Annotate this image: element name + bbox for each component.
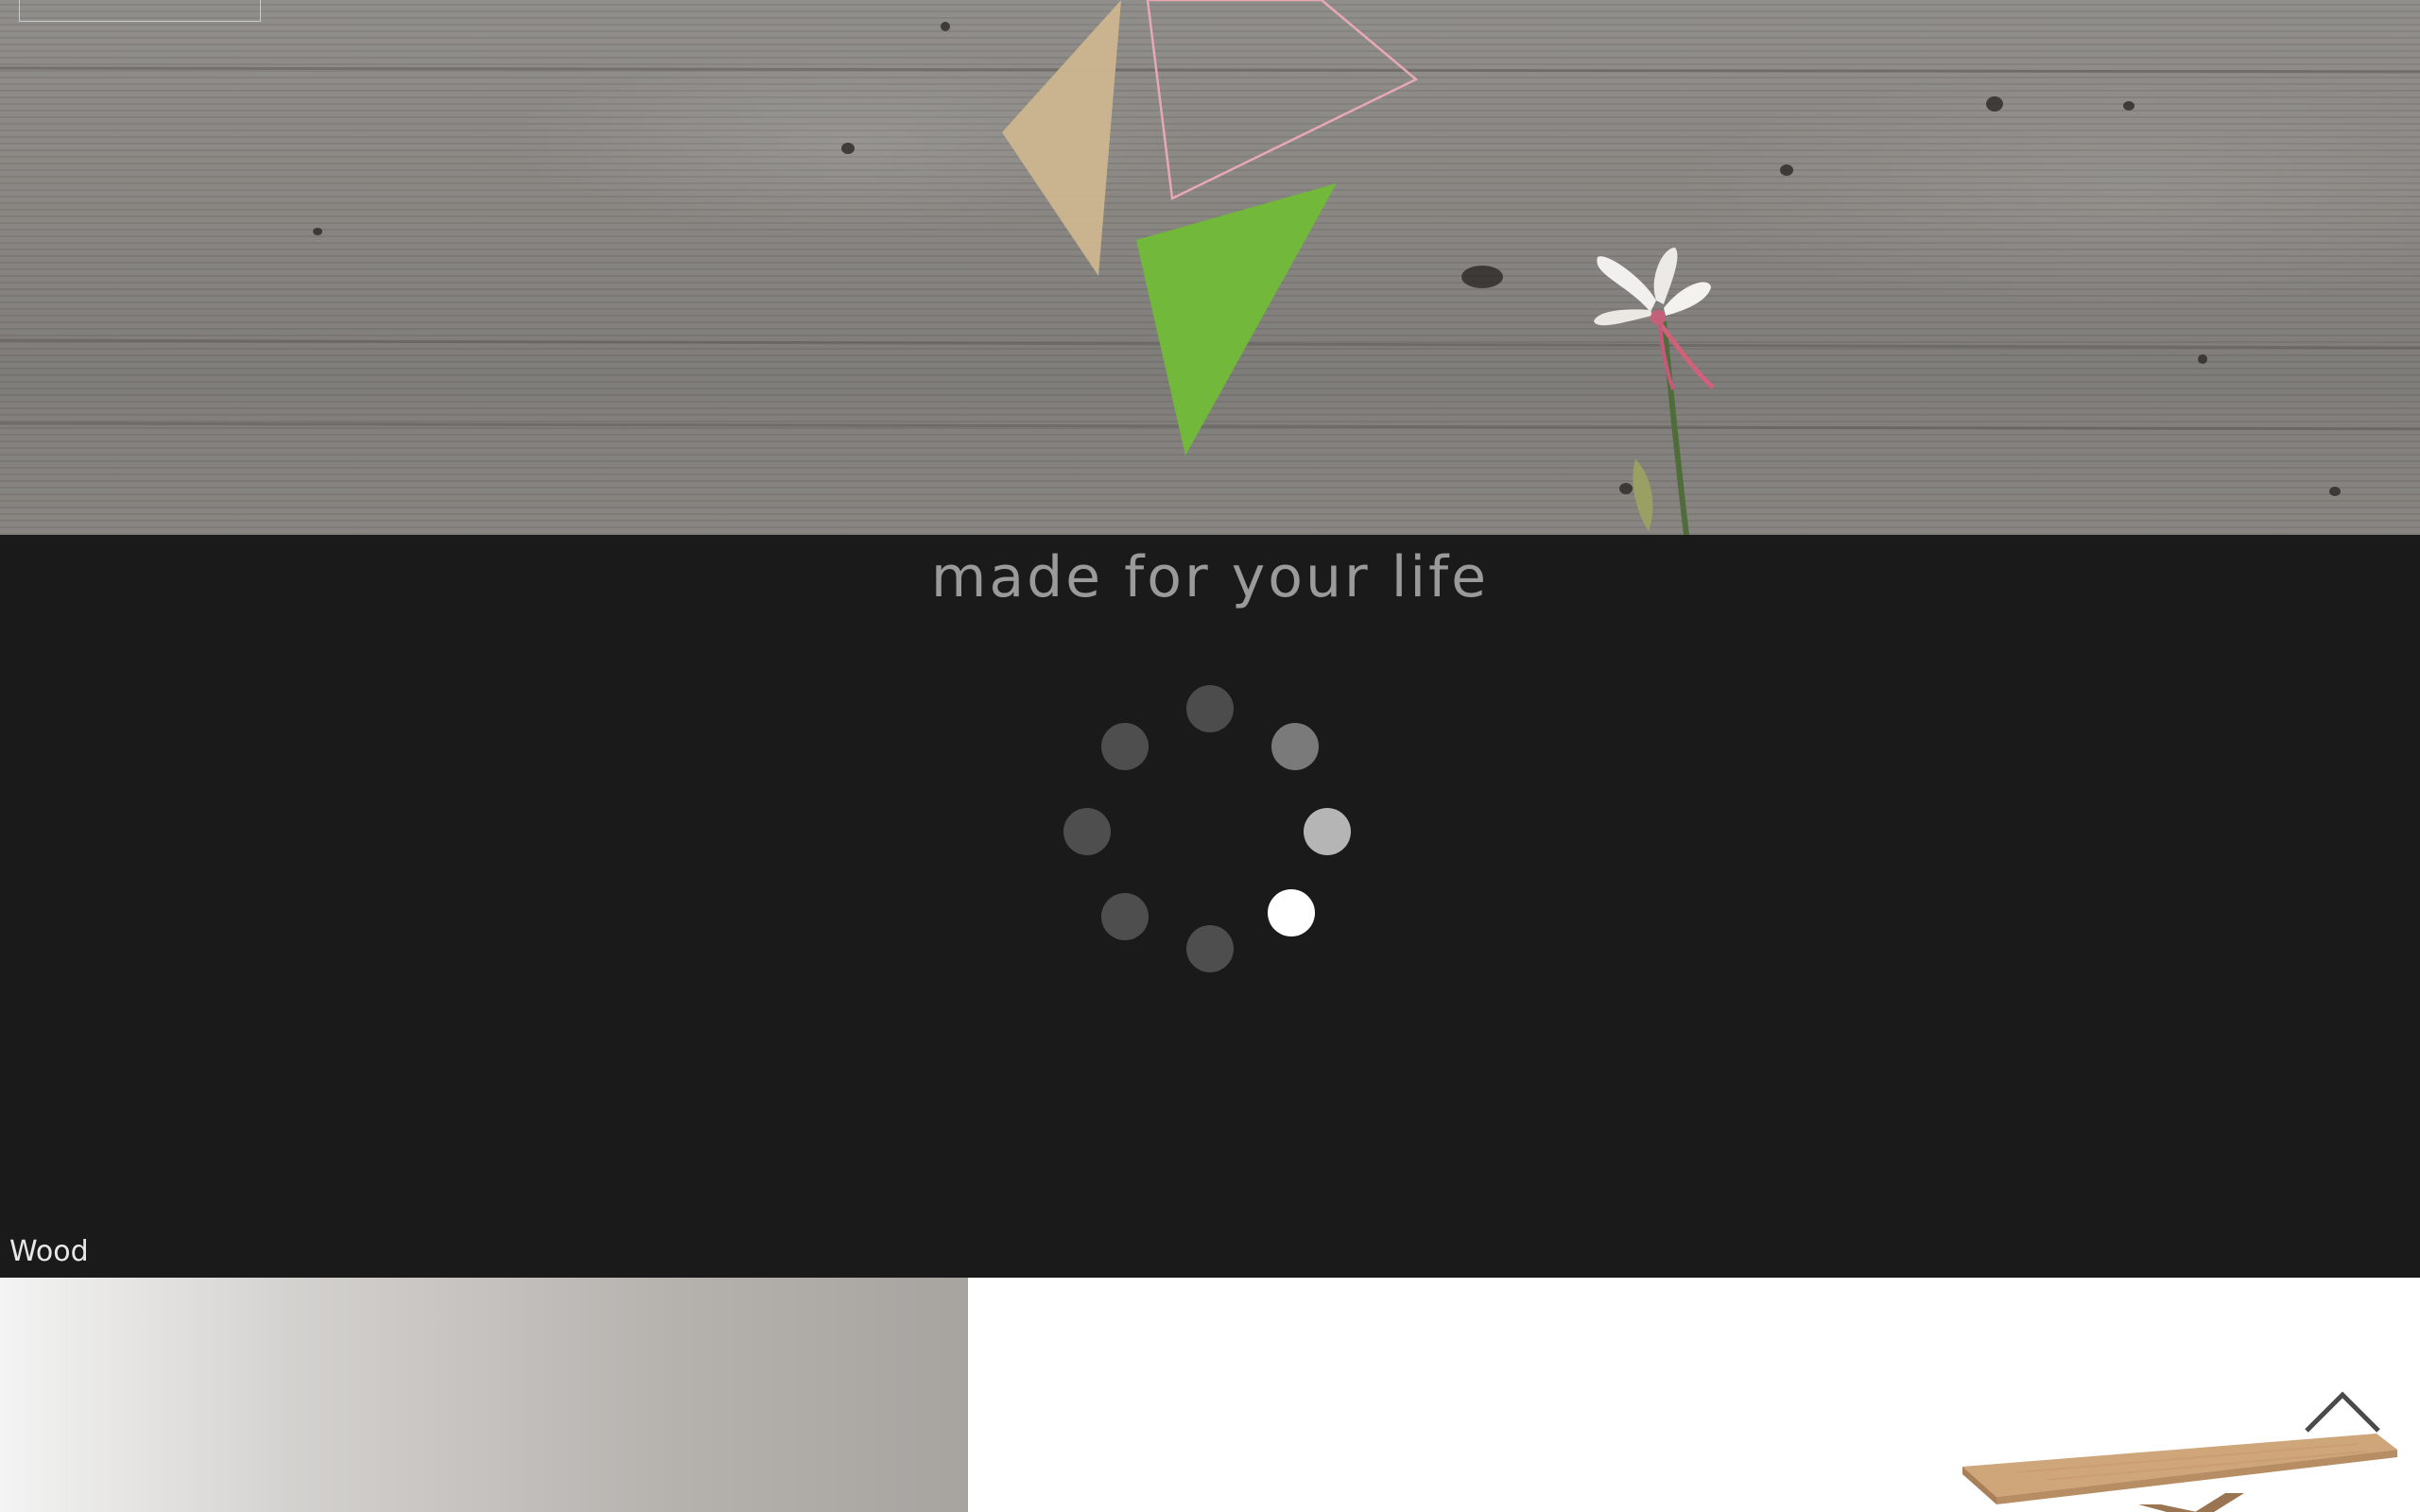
spinner-dot: [1101, 723, 1149, 770]
hero-illustration: [0, 0, 2420, 535]
flower-illustration: [1594, 248, 1715, 535]
spinner-dot: [1186, 685, 1234, 732]
spinner-dot: [1186, 925, 1234, 972]
spinner-dot: [1063, 808, 1111, 855]
tagline: made for your life: [930, 544, 1490, 610]
green-triangle: [1136, 183, 1337, 455]
spinner-dot: [1268, 889, 1315, 936]
chevron-up-icon[interactable]: [2303, 1382, 2382, 1438]
page: made for your life Wood: [0, 0, 2420, 1512]
spinner-dot: [1304, 808, 1351, 855]
loading-spinner-icon: [1063, 685, 1351, 972]
product-image-tile-left[interactable]: [0, 1278, 968, 1512]
spinner-dot: [1271, 723, 1319, 770]
hero-banner: [0, 0, 2420, 535]
spinner-dot: [1101, 893, 1149, 940]
category-label[interactable]: Wood: [9, 1233, 89, 1271]
tan-triangle: [1002, 0, 1121, 276]
pink-outline-triangle: [1146, 0, 1419, 200]
wood-table-image: [1962, 1434, 2397, 1512]
